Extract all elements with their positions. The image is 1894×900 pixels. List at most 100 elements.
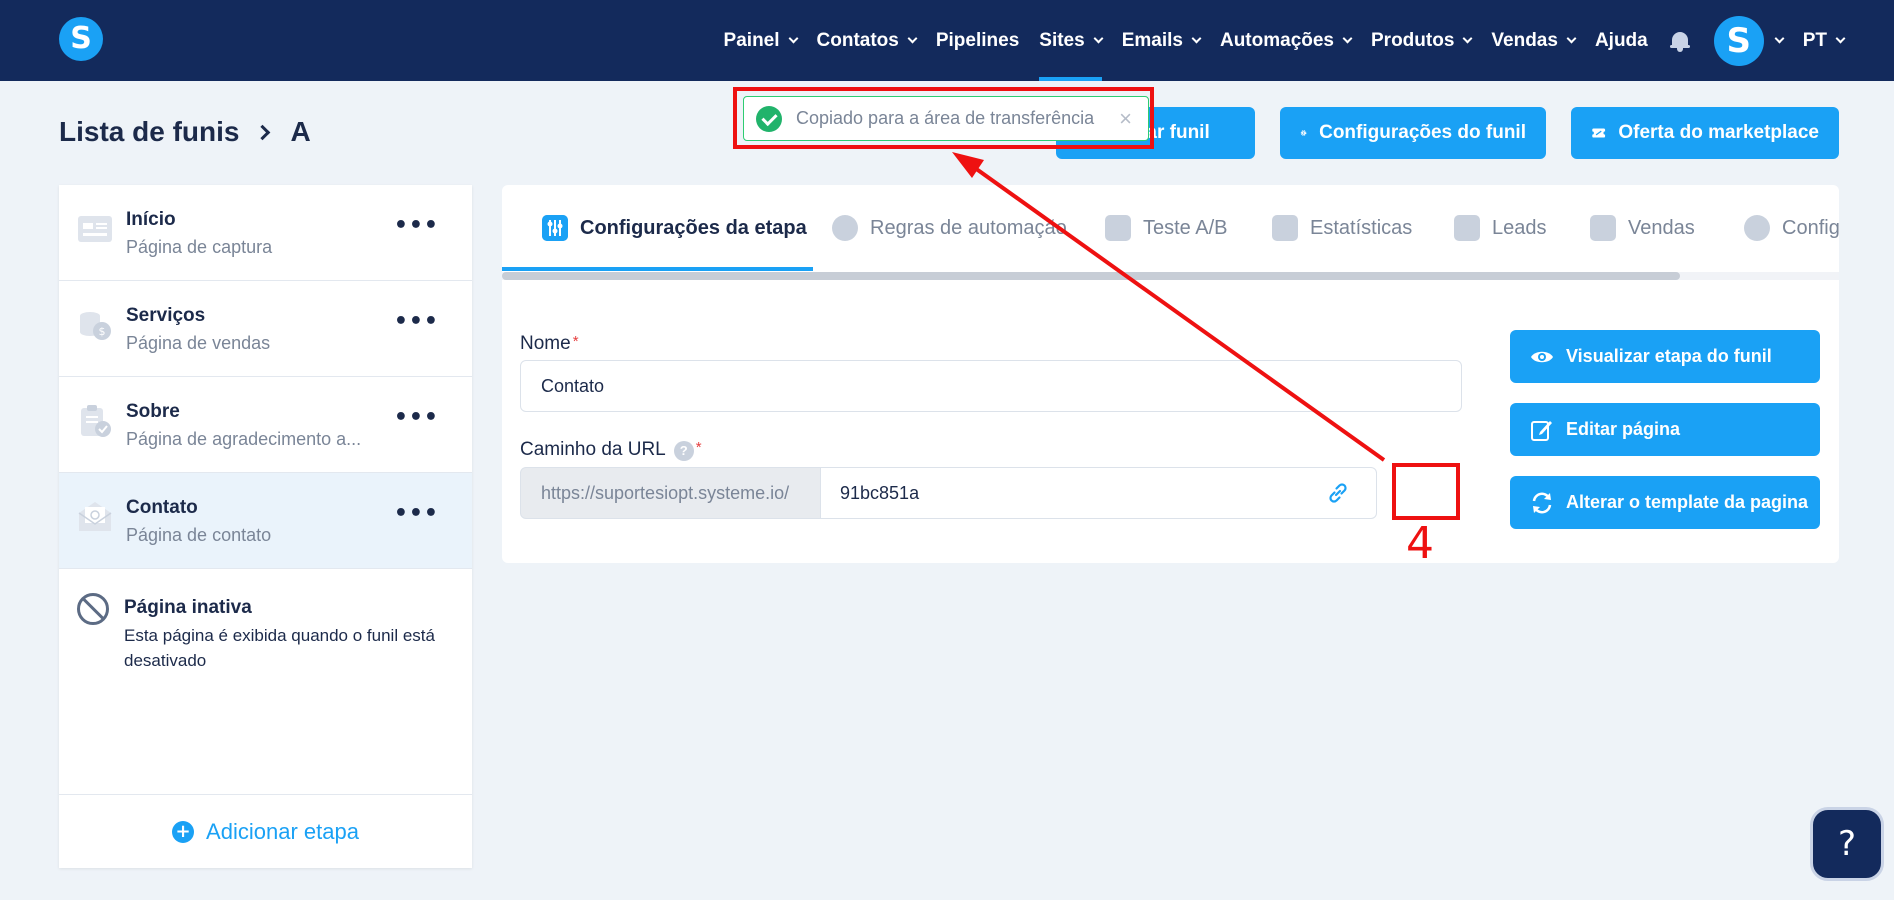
marketplace-offer-button[interactable]: Oferta do marketplace xyxy=(1571,107,1839,159)
svg-text:$: $ xyxy=(99,325,106,338)
tab-step-settings[interactable]: Configurações da etapa xyxy=(542,215,807,241)
chevron-down-icon xyxy=(1566,33,1577,44)
url-path-value: 91bc851a xyxy=(840,482,920,503)
users-icon xyxy=(1454,215,1480,241)
chevron-down-icon[interactable] xyxy=(1774,33,1785,44)
sliders-icon xyxy=(542,215,568,241)
button-label: Alterar o template da pagina xyxy=(1566,492,1809,512)
ticket-icon xyxy=(1591,128,1607,138)
language-label: PT xyxy=(1802,29,1827,51)
nav-contatos[interactable]: Contatos xyxy=(817,0,918,81)
chevron-down-icon xyxy=(788,33,798,44)
breadcrumb-root[interactable]: Lista de funis xyxy=(59,116,239,148)
more-options-icon[interactable]: ••• xyxy=(394,501,439,526)
capture-page-icon xyxy=(78,216,112,242)
step-title: Serviços xyxy=(126,305,206,326)
nav-label: Produtos xyxy=(1371,29,1455,51)
inactive-page-item[interactable]: Página inativa Esta página é exibida qua… xyxy=(59,569,472,689)
nav-automacoes[interactable]: Automações xyxy=(1219,0,1353,81)
step-item-inicio[interactable]: Início Página de captura ••• xyxy=(59,185,472,281)
funnel-settings-button[interactable]: Configurações do funil xyxy=(1280,107,1546,159)
edit-icon xyxy=(1531,420,1552,441)
help-chat-button[interactable]: ? xyxy=(1810,807,1884,881)
top-navbar: S Painel Contatos Pipelines Sites Emails… xyxy=(0,0,1894,81)
nav-sites[interactable]: Sites xyxy=(1039,0,1104,81)
tab-label: Configurações da etapa xyxy=(580,216,807,239)
nav-label: Ajuda xyxy=(1594,29,1648,51)
copy-link-icon[interactable] xyxy=(1325,480,1351,506)
name-label-text: Nome xyxy=(520,333,571,354)
tab-configurations[interactable]: Configurações xyxy=(1744,215,1839,241)
url-path-input[interactable]: 91bc851a xyxy=(820,467,1377,519)
nav-produtos[interactable]: Produtos xyxy=(1371,0,1473,81)
button-label: Editar página xyxy=(1566,419,1681,439)
step-item-contato[interactable]: Contato Página de contato ••• xyxy=(59,473,472,569)
nav-emails[interactable]: Emails xyxy=(1122,0,1202,81)
step-item-sobre[interactable]: Sobre Página de agradecimento a... ••• xyxy=(59,377,472,473)
breadcrumb: Lista de funis A xyxy=(59,116,311,148)
language-selector[interactable]: PT xyxy=(1802,0,1846,81)
url-prefix-text: https://suportesiopt.systeme.io/ xyxy=(541,482,790,503)
annotation-step-number: 4 xyxy=(1406,518,1434,569)
tab-label: Teste A/B xyxy=(1143,216,1228,239)
help-icon[interactable]: ? xyxy=(673,441,694,461)
required-mark: * xyxy=(572,333,579,350)
tab-statistics[interactable]: Estatísticas xyxy=(1272,215,1412,241)
step-title: Contato xyxy=(126,497,198,518)
url-prefix: https://suportesiopt.systeme.io/ xyxy=(520,467,821,519)
nav-pipelines[interactable]: Pipelines xyxy=(936,0,1019,81)
split-icon xyxy=(1105,215,1131,241)
nav-label: Sites xyxy=(1039,29,1085,51)
add-step-button[interactable]: + Adicionar etapa xyxy=(59,794,472,868)
avatar[interactable]: S xyxy=(1713,15,1764,66)
sales-page-icon: $ xyxy=(80,312,111,340)
edit-page-button[interactable]: Editar página xyxy=(1510,403,1820,456)
nav-label: Pipelines xyxy=(935,29,1020,51)
more-options-icon[interactable]: ••• xyxy=(394,213,439,238)
step-subtitle: Página de captura xyxy=(126,237,273,257)
name-input-value: Contato xyxy=(541,375,605,396)
nav-ajuda[interactable]: Ajuda xyxy=(1595,0,1648,81)
funnel-steps-sidebar: Início Página de captura ••• $ Serviços … xyxy=(59,185,472,868)
change-template-button[interactable]: Alterar o template da pagina xyxy=(1510,476,1820,529)
ban-icon xyxy=(77,593,109,625)
nav-vendas[interactable]: Vendas xyxy=(1491,0,1577,81)
lightning-icon xyxy=(832,215,858,241)
scrollbar-thumb[interactable] xyxy=(502,272,1680,280)
nav-label: Automações xyxy=(1219,29,1334,51)
add-step-label: Adicionar etapa xyxy=(206,818,359,844)
nav-painel[interactable]: Painel xyxy=(723,0,798,81)
more-options-icon[interactable]: ••• xyxy=(394,405,439,430)
gear-icon xyxy=(1300,130,1307,136)
tab-label: Regras de automação xyxy=(870,216,1067,239)
nav-label: Painel xyxy=(723,29,780,51)
tab-sales[interactable]: Vendas xyxy=(1590,215,1695,241)
required-mark: * xyxy=(695,439,702,456)
url-label-text: Caminho da URL xyxy=(520,439,666,460)
logo[interactable]: S xyxy=(59,17,103,61)
tab-leads[interactable]: Leads xyxy=(1454,215,1547,241)
active-tab-indicator xyxy=(502,267,813,271)
more-options-icon[interactable]: ••• xyxy=(394,309,439,334)
inactive-page-description: Esta página é exibida quando o funil est… xyxy=(124,626,435,670)
chevron-down-icon xyxy=(1835,33,1846,44)
name-input[interactable]: Contato xyxy=(520,360,1462,412)
view-step-button[interactable]: Visualizar etapa do funil xyxy=(1510,330,1820,383)
dollar-icon xyxy=(1590,215,1616,241)
clock-icon xyxy=(1744,215,1770,241)
button-label: Oferta do marketplace xyxy=(1618,122,1819,143)
step-item-servicos[interactable]: $ Serviços Página de vendas ••• xyxy=(59,281,472,377)
tab-bar: Configurações da etapa Regras de automaç… xyxy=(502,185,1839,280)
tab-label: Estatísticas xyxy=(1310,216,1413,239)
tab-ab-test[interactable]: Teste A/B xyxy=(1105,215,1228,241)
nav-label: Vendas xyxy=(1491,29,1558,51)
eye-icon xyxy=(1531,351,1553,362)
thank-you-page-icon xyxy=(81,405,111,437)
step-settings-panel: Configurações da etapa Regras de automaç… xyxy=(502,185,1839,563)
tab-label: Configurações xyxy=(1782,216,1839,239)
tab-scrollbar[interactable] xyxy=(502,272,1839,280)
bell-icon[interactable] xyxy=(1669,30,1690,52)
step-subtitle: Página de agradecimento a... xyxy=(126,429,362,449)
tab-automation-rules[interactable]: Regras de automação xyxy=(832,215,1067,241)
tab-label: Leads xyxy=(1492,216,1547,239)
